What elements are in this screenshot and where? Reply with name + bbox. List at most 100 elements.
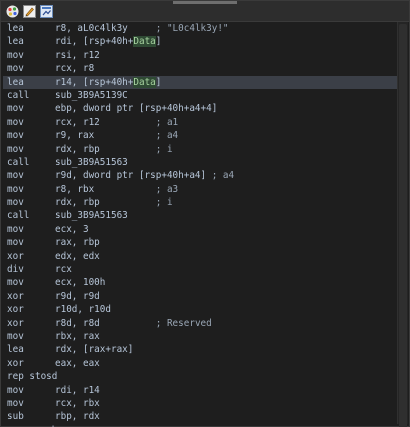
operands-tail: ]	[155, 76, 162, 88]
mnemonic: mov	[7, 397, 24, 409]
operands: r14, [rsp+40h+	[55, 76, 134, 88]
comment: ; a1	[155, 116, 179, 128]
mnemonic: lea	[7, 76, 24, 88]
palette-icon[interactable]	[5, 4, 19, 18]
code-line[interactable]: mov rbx, rax	[3, 330, 397, 343]
code-line[interactable]: xor edx, edx	[3, 250, 397, 263]
vertical-scrollbar[interactable]	[397, 22, 408, 427]
disassembly-window: lea r8, aL0c4lk3y ; "L0c4lk3y!" lea rdi, [r…	[0, 0, 410, 427]
code-line[interactable]: lea rdi, [rsp+40h+Data]	[3, 35, 397, 48]
code-line[interactable]: mov ecx, 3	[3, 223, 397, 236]
operands: edx, edx	[55, 250, 100, 262]
operands: r9, rax	[55, 130, 95, 142]
disassembly-listing[interactable]: lea r8, aL0c4lk3y ; "L0c4lk3y!" lea rdi, [r…	[3, 22, 397, 427]
code-line[interactable]: xor eax, eax	[3, 357, 397, 370]
comment: ; "L0c4lk3y!"	[155, 23, 229, 34]
operands: ecx, 100h	[55, 277, 106, 289]
operands: rcx	[55, 264, 72, 276]
operands: rdx, rbp	[55, 197, 100, 209]
code-line[interactable]: sub rbp, rdx	[3, 410, 397, 423]
operands: sub_3B9A51563	[55, 210, 128, 222]
mnemonic: mov	[7, 384, 24, 396]
operands: rbp, rdx	[55, 411, 100, 423]
edit-icon[interactable]	[22, 4, 36, 18]
operands: rdx, [rax+rax]	[55, 344, 134, 356]
mnemonic: xor	[7, 290, 24, 302]
operands: rsi, r12	[55, 49, 100, 61]
graph-icon[interactable]	[39, 4, 53, 18]
code-line[interactable]: mov rdi, r14	[3, 384, 397, 397]
code-line[interactable]: mov ecx, 100h	[3, 276, 397, 289]
mnemonic: lea	[7, 344, 24, 356]
code-line[interactable]: rep stosd	[3, 370, 397, 383]
mnemonic: xor	[7, 250, 24, 262]
mnemonic: xor	[7, 304, 24, 316]
code-line[interactable]: mov rcx, r8	[3, 62, 397, 75]
operands: sub_3B9A5139C	[55, 89, 128, 101]
comment: ; i	[155, 143, 173, 155]
code-line[interactable]: mov rcx, r12 ; a1	[3, 116, 397, 129]
mnemonic: call	[7, 89, 30, 101]
mnemonic: call	[7, 210, 30, 222]
code-line[interactable]: lea r14, [rsp+40h+Data]	[3, 75, 397, 89]
data-label[interactable]: Data	[133, 76, 156, 88]
mnemonic: mov	[7, 143, 24, 155]
mnemonic: mov	[7, 197, 24, 209]
code-line[interactable]: mov rax, rbp	[3, 236, 397, 249]
mnemonic: mov	[7, 103, 24, 115]
operands: rcx, rbx	[55, 397, 100, 409]
operands: r10d, r10d	[55, 304, 111, 316]
code-line[interactable]: call sub_3B9A5139C	[3, 89, 397, 102]
code-line[interactable]: call sub_3B9A51563	[3, 156, 397, 169]
operands: r8d, r8d	[55, 317, 100, 329]
operands: sub_3B9A51563	[55, 156, 128, 168]
mnemonic: sub	[7, 411, 24, 423]
operands: eax, eax	[55, 357, 100, 369]
mnemonic: xor	[7, 317, 24, 329]
mnemonic: rep stosd	[7, 371, 58, 383]
operands-tail: ]	[155, 36, 162, 48]
code-line[interactable]: mov r8, rbx ; a3	[3, 183, 397, 196]
code-line[interactable]: mov r9, rax ; a4	[3, 129, 397, 142]
comment: ; a4	[155, 130, 179, 142]
comment: ; i	[155, 197, 173, 209]
operands: rbx, rax	[55, 330, 100, 342]
code-line[interactable]: mov r9d, dword ptr [rsp+40h+a4] ; a4	[3, 169, 397, 182]
mnemonic: lea	[7, 36, 24, 48]
code-line[interactable]: mov ebp, dword ptr [rsp+40h+a4+4]	[3, 102, 397, 115]
code-line[interactable]: xor r9d, r9d	[3, 290, 397, 303]
mnemonic: call	[7, 156, 30, 168]
title-tab[interactable]	[173, 1, 237, 4]
data-label[interactable]: Data	[133, 36, 156, 48]
operands: r9d, r9d	[55, 290, 100, 302]
mnemonic: mov	[7, 130, 24, 142]
operands: r8, rbx	[55, 183, 95, 195]
operands: r8, aL0c4lk3y	[55, 23, 128, 34]
operands: rdi, r14	[55, 384, 100, 396]
operands: rcx, r8	[55, 63, 95, 75]
mnemonic: mov	[7, 63, 24, 75]
operands: r9d, dword ptr [rsp+40h+a4]	[55, 170, 207, 182]
operands: rdi, [rsp+40h+	[55, 36, 134, 48]
code-line[interactable]: xor r8d, r8d ; Reserved	[3, 317, 397, 330]
mnemonic: mov	[7, 183, 24, 195]
code-line[interactable]: lea rdx, [rax+rax]	[3, 343, 397, 356]
code-line[interactable]: mov rsi, r12	[3, 49, 397, 62]
mnemonic: mov	[7, 170, 24, 182]
code-line[interactable]: mov rcx, rbx	[3, 397, 397, 410]
operands: ebp, dword ptr [rsp+40h+a4+4]	[55, 103, 218, 115]
operands: rdx, rbp	[55, 143, 100, 155]
comment: ; a3	[155, 183, 179, 195]
scrollbar-thumb[interactable]	[399, 24, 407, 427]
code-line[interactable]: div rcx	[3, 263, 397, 276]
mnemonic: xor	[7, 357, 24, 369]
code-line[interactable]: call sub_3B9A51563	[3, 209, 397, 222]
code-line[interactable]: mov rdx, rbp ; i	[3, 143, 397, 156]
operands: ecx, 3	[55, 223, 89, 235]
code-line[interactable]: mov rdx, rbp ; i	[3, 196, 397, 209]
mnemonic: mov	[7, 116, 24, 128]
mnemonic: mov	[7, 49, 24, 61]
code-line[interactable]: lea r8, aL0c4lk3y ; "L0c4lk3y!"	[3, 22, 397, 35]
code-line[interactable]: xor r10d, r10d	[3, 303, 397, 316]
mnemonic: mov	[7, 330, 24, 342]
